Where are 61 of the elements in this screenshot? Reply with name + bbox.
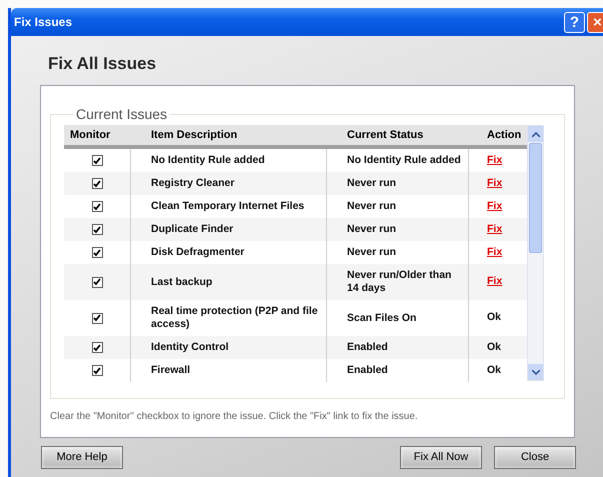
current-status: Never run: [347, 200, 396, 213]
scrollbar[interactable]: [527, 125, 544, 381]
check-icon: [93, 156, 101, 164]
fix-link[interactable]: Fix: [487, 154, 502, 166]
current-status: Never run: [347, 177, 396, 190]
current-status: Never run/Older than 14 days: [347, 269, 452, 295]
item-description: Last backup: [151, 276, 212, 288]
fix-link[interactable]: Fix: [487, 176, 502, 189]
column-header: Current Status: [346, 128, 424, 143]
check-icon: [93, 278, 101, 286]
window-title: Fix Issues: [14, 14, 74, 31]
current-status: Scan Files On: [347, 312, 416, 324]
action-status: Ok: [487, 364, 502, 376]
check-icon: [93, 180, 101, 188]
fix-link[interactable]: Fix: [487, 275, 502, 288]
dialog-button[interactable]: Close: [494, 446, 576, 469]
action-status: Ok: [487, 340, 502, 353]
dialog-button[interactable]: More Help: [41, 446, 123, 469]
check-icon: [93, 344, 101, 352]
item-description: No Identity Rule added: [151, 154, 265, 167]
current-status: Never run: [347, 223, 396, 236]
close-button[interactable]: ×: [587, 12, 603, 32]
monitor-checkbox[interactable]: [92, 342, 102, 353]
current-status: No Identity Rule added: [347, 154, 461, 167]
scroll-up-icon[interactable]: [528, 126, 543, 142]
monitor-checkbox[interactable]: [92, 155, 102, 166]
item-description: Duplicate Finder: [151, 223, 234, 236]
item-description: Clean Temporary Internet Files: [151, 200, 304, 213]
current-status: Never run: [347, 246, 396, 259]
help-button[interactable]: ?: [564, 12, 585, 32]
monitor-checkbox[interactable]: [92, 224, 102, 235]
check-icon: [93, 314, 101, 322]
column-header: Item Description: [150, 128, 238, 143]
check-icon: [93, 248, 101, 256]
fix-link[interactable]: Fix: [487, 222, 502, 235]
current-status: Enabled: [347, 364, 388, 377]
item-description: Firewall: [151, 364, 190, 377]
scroll-thumb[interactable]: [529, 143, 542, 253]
current-status: Enabled: [347, 341, 388, 354]
action-status: Ok: [487, 311, 502, 324]
item-description: Disk Defragmenter: [151, 246, 244, 259]
scroll-down-icon[interactable]: [528, 364, 543, 380]
fix-link[interactable]: Fix: [487, 200, 502, 212]
item-description: Registry Cleaner: [151, 177, 234, 190]
item-description: Real time protection (P2P and file access): [151, 305, 319, 331]
check-icon: [93, 366, 101, 374]
monitor-checkbox[interactable]: [92, 365, 102, 376]
page-heading: Fix All Issues: [48, 54, 156, 73]
hint-text: Clear the "Monitor" checkbox to ignore the issue. Click the "Fix" link to fix the issue.: [50, 410, 419, 424]
check-icon: [93, 202, 101, 210]
monitor-checkbox[interactable]: [92, 201, 102, 212]
monitor-checkbox[interactable]: [92, 276, 102, 288]
monitor-checkbox[interactable]: [92, 178, 102, 189]
monitor-checkbox[interactable]: [92, 312, 102, 324]
dialog-button[interactable]: Fix All Now: [400, 446, 482, 469]
monitor-checkbox[interactable]: [92, 247, 102, 258]
column-header: Action: [486, 128, 522, 143]
column-header: Monitor: [69, 128, 112, 143]
check-icon: [93, 226, 101, 234]
item-description: Identity Control: [151, 341, 229, 354]
fix-link[interactable]: Fix: [487, 246, 502, 258]
